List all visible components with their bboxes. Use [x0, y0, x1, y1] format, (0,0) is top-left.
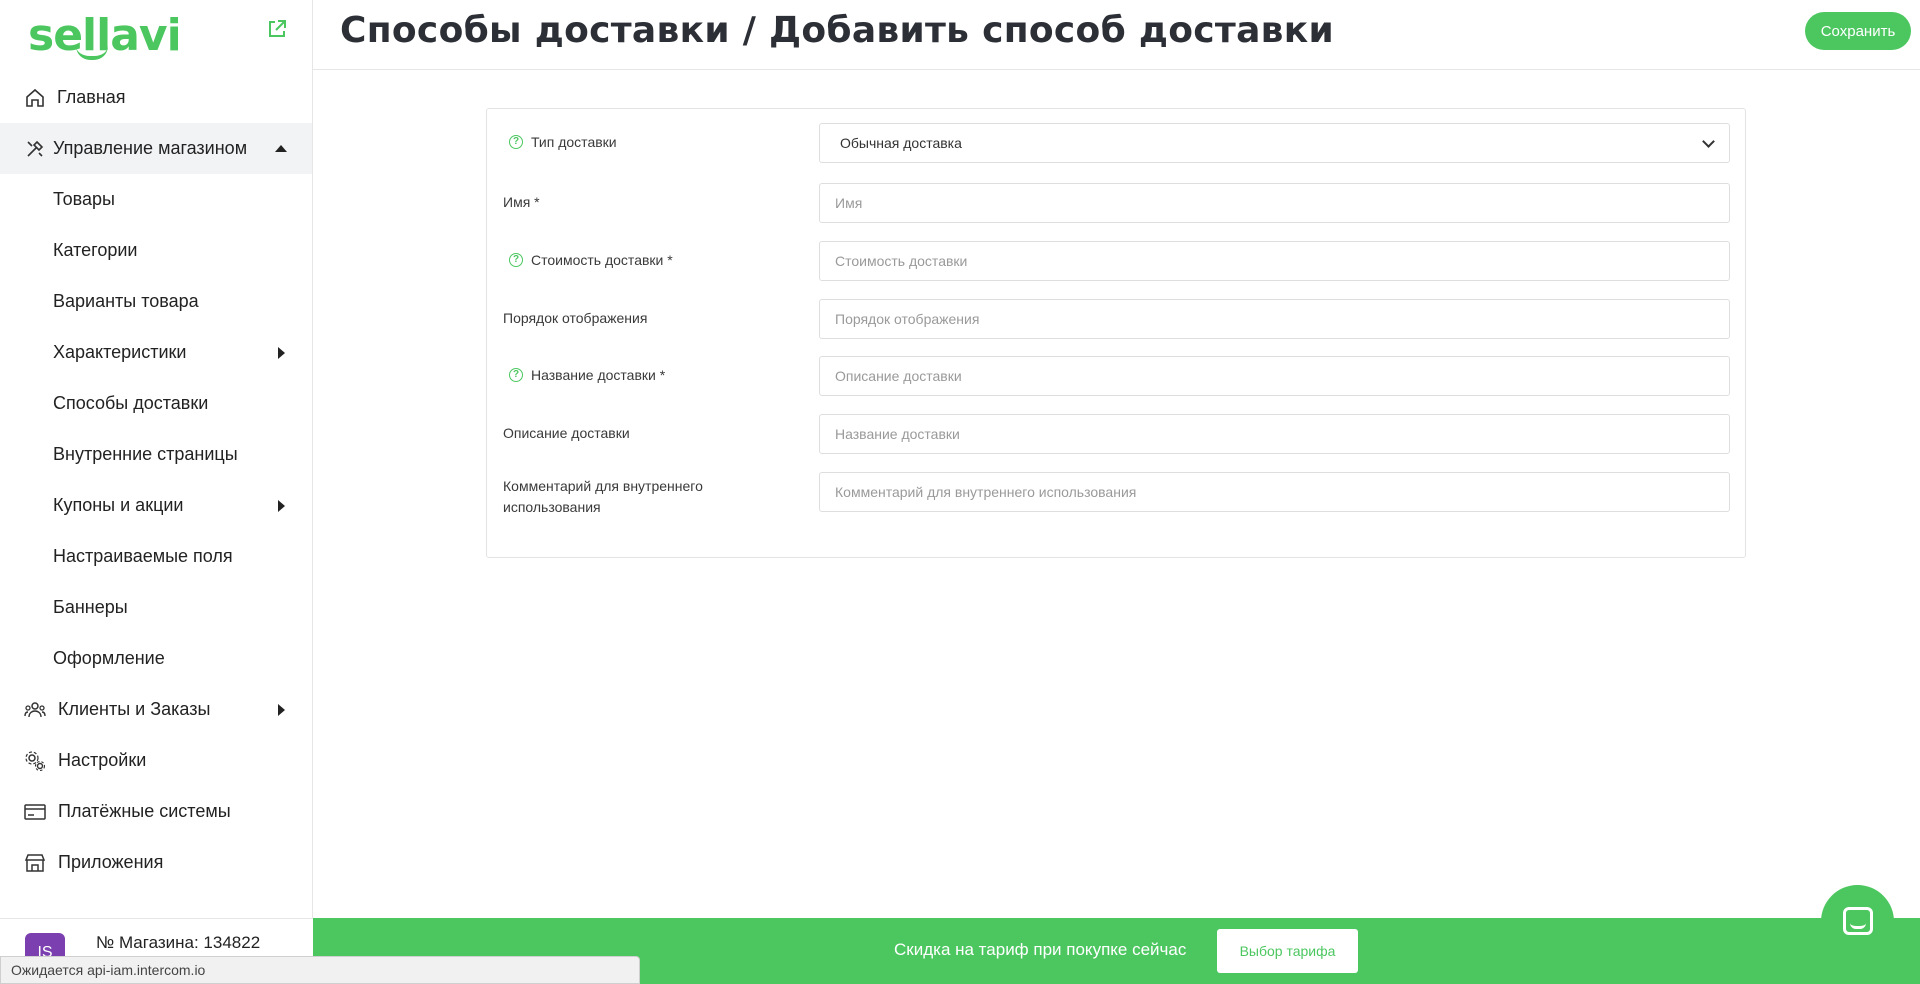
sidebar-item-label: Способы доставки: [53, 393, 209, 413]
sidebar-item-internal-pages[interactable]: Внутренние страницы: [0, 429, 312, 480]
display-order-input[interactable]: [819, 299, 1730, 339]
sidebar-item-delivery-methods[interactable]: Способы доставки: [0, 378, 312, 429]
sidebar-item-product-variants[interactable]: Варианты товара: [0, 276, 312, 327]
sidebar-item-label: Управление магазином: [53, 138, 248, 158]
field-label: Стоимость доставки *: [531, 252, 673, 268]
delivery-type-select[interactable]: Обычная доставка: [819, 123, 1730, 163]
delivery-title-row: ? Название доставки *: [487, 356, 1745, 396]
cost-label: ? Стоимость доставки *: [503, 252, 673, 268]
display-order-row: Порядок отображения: [487, 299, 1745, 339]
sidebar-item-categories[interactable]: Категории: [0, 225, 312, 276]
home-icon: [26, 88, 44, 107]
logo-row: sellavi: [0, 0, 312, 72]
name-row: Имя *: [487, 183, 1745, 223]
save-button[interactable]: Сохранить: [1805, 12, 1911, 50]
sidebar-nav: Главная Управление магазином Товары Кате…: [0, 72, 312, 888]
sidebar-item-label: Товары: [53, 189, 115, 209]
sidebar-item-payment-systems[interactable]: Платёжные системы: [0, 786, 312, 837]
cost-row: ? Стоимость доставки *: [487, 241, 1745, 281]
payment-card-icon: [24, 804, 46, 820]
sidebar-item-label: Характеристики: [53, 342, 187, 362]
sidebar-item-home[interactable]: Главная: [0, 72, 312, 123]
delivery-description-input[interactable]: [819, 414, 1730, 454]
field-label: Название доставки *: [531, 367, 666, 383]
sidebar-item-design[interactable]: Оформление: [0, 633, 312, 684]
chat-launcher-button[interactable]: [1821, 885, 1894, 958]
name-input[interactable]: [819, 183, 1730, 223]
cost-input[interactable]: [819, 241, 1730, 281]
help-icon[interactable]: ?: [509, 368, 523, 382]
field-label: Тип доставки: [531, 134, 617, 150]
name-label: Имя *: [503, 194, 540, 210]
sidebar-item-label: Настраиваемые поля: [53, 546, 233, 566]
sidebar-item-label: Приложения: [58, 852, 164, 872]
delivery-description-label: Описание доставки: [503, 425, 630, 441]
page-title: Способы доставки / Добавить способ доста…: [340, 10, 1335, 51]
delivery-description-row: Описание доставки: [487, 414, 1745, 454]
sidebar-item-label: Платёжные системы: [58, 801, 231, 821]
page-header: Способы доставки / Добавить способ доста…: [313, 0, 1920, 70]
delivery-title-label: ? Название доставки *: [503, 367, 665, 383]
chevron-down-icon: [1702, 135, 1715, 148]
internal-comment-input[interactable]: [819, 472, 1730, 512]
help-icon[interactable]: ?: [509, 253, 523, 267]
browser-status-bar: Ожидается api-iam.intercom.io: [0, 956, 640, 984]
field-label: использования: [503, 499, 601, 515]
caret-right-icon: [278, 500, 285, 512]
delivery-title-input[interactable]: [819, 356, 1730, 396]
users-icon: [24, 702, 46, 718]
sidebar-item-characteristics[interactable]: Характеристики: [0, 327, 312, 378]
field-label: Комментарий для внутреннего: [503, 478, 703, 494]
sidebar-item-settings[interactable]: Настройки: [0, 735, 312, 786]
delivery-form: ? Тип доставки Обычная доставка Имя * ? …: [486, 108, 1746, 558]
store-icon: [24, 854, 46, 872]
promo-text: Скидка на тариф при покупке сейчас: [894, 940, 1187, 959]
display-order-label: Порядок отображения: [503, 310, 648, 326]
sidebar-item-label: Оформление: [53, 648, 165, 668]
choose-plan-button[interactable]: Выбор тарифа: [1217, 929, 1358, 973]
select-value: Обычная доставка: [840, 135, 962, 151]
sidebar-item-label: Варианты товара: [53, 291, 199, 311]
sidebar: sellavi Главная Управление магазином Тов…: [0, 0, 313, 984]
caret-right-icon: [278, 347, 285, 359]
delivery-type-row: ? Тип доставки Обычная доставка: [487, 123, 1745, 163]
external-link-icon[interactable]: [266, 18, 288, 40]
sidebar-item-label: Баннеры: [53, 597, 128, 617]
internal-comment-row: Комментарий для внутреннего использовани…: [487, 472, 1745, 524]
internal-comment-label: Комментарий для внутреннего использовани…: [503, 476, 703, 518]
sidebar-item-label: Категории: [53, 240, 138, 260]
sidebar-item-custom-fields[interactable]: Настраиваемые поля: [0, 531, 312, 582]
sidebar-item-products[interactable]: Товары: [0, 174, 312, 225]
sidebar-item-coupons[interactable]: Купоны и акции: [0, 480, 312, 531]
tools-icon: [27, 140, 44, 157]
sidebar-item-store-management[interactable]: Управление магазином: [0, 123, 312, 174]
gear-icon: [25, 751, 46, 772]
sidebar-item-banners[interactable]: Баннеры: [0, 582, 312, 633]
sidebar-item-label: Настройки: [58, 750, 147, 770]
delivery-type-label: ? Тип доставки: [503, 134, 617, 150]
caret-up-icon: [275, 145, 287, 152]
sidebar-item-label: Главная: [57, 87, 126, 107]
chat-icon: [1843, 907, 1873, 935]
caret-right-icon: [278, 704, 285, 716]
sidebar-item-label: Клиенты и Заказы: [58, 699, 211, 719]
sidebar-item-label: Внутренние страницы: [53, 444, 238, 464]
help-icon[interactable]: ?: [509, 135, 523, 149]
sidebar-item-customers-orders[interactable]: Клиенты и Заказы: [0, 684, 312, 735]
sidebar-item-label: Купоны и акции: [53, 495, 184, 515]
sidebar-item-apps[interactable]: Приложения: [0, 837, 312, 888]
store-number: № Магазина: 134822: [96, 933, 261, 952]
